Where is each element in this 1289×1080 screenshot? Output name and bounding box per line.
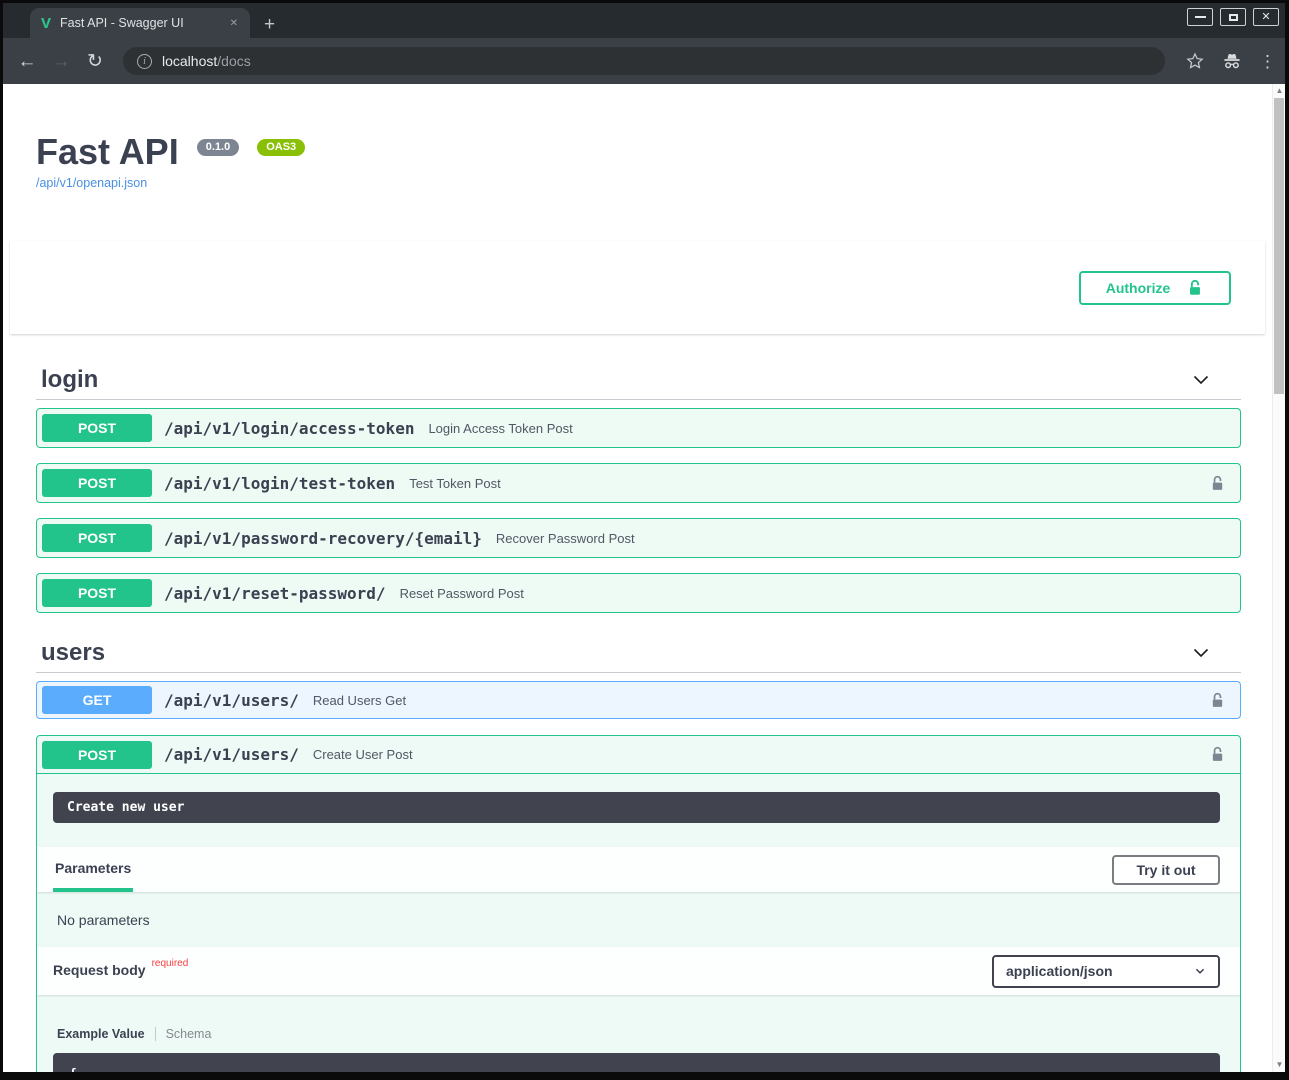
swagger-content: Fast API 0.1.0 OAS3 /api/v1/openapi.json…: [3, 84, 1272, 1072]
endpoint-path: /api/v1/users/: [164, 745, 299, 764]
page-viewport: Fast API 0.1.0 OAS3 /api/v1/openapi.json…: [3, 84, 1285, 1072]
authorize-button[interactable]: Authorize: [1079, 271, 1231, 305]
window-minimize-button[interactable]: [1187, 8, 1213, 26]
minimize-icon: [1195, 16, 1206, 18]
chevron-down-icon[interactable]: [1191, 370, 1211, 390]
method-badge: POST: [42, 414, 152, 442]
api-title-text: Fast API: [36, 131, 179, 172]
section-title: users: [41, 639, 105, 667]
no-parameters-text: No parameters: [37, 892, 1240, 947]
endpoint-path: /api/v1/login/test-token: [164, 474, 395, 493]
endpoint-summary: Read Users Get: [313, 693, 1209, 708]
media-type-value: application/json: [1006, 963, 1113, 979]
browser-tab[interactable]: V Fast API - Swagger UI ✕: [30, 8, 250, 38]
endpoint-summary: Recover Password Post: [496, 531, 1226, 546]
openapi-spec-link[interactable]: /api/v1/openapi.json: [36, 176, 147, 190]
page-scrollbar[interactable]: ▲ ▼: [1272, 84, 1285, 1072]
forward-icon[interactable]: →: [49, 52, 73, 71]
browser-window: V Fast API - Swagger UI ✕ + ✕ ← → ↻ i lo…: [3, 3, 1285, 1072]
required-label: required: [152, 958, 189, 969]
page-title: Fast API 0.1.0 OAS3: [36, 132, 1241, 172]
window-close-button[interactable]: ✕: [1253, 8, 1279, 26]
endpoint-row-create-user[interactable]: POST /api/v1/users/ Create User Post: [37, 736, 1240, 774]
auth-lock-button[interactable]: [1209, 475, 1226, 492]
auth-lock-button[interactable]: [1209, 746, 1226, 763]
endpoint-row-login-access-token[interactable]: POST /api/v1/login/access-token Login Ac…: [36, 408, 1241, 448]
oas3-badge: OAS3: [257, 139, 305, 156]
address-bar[interactable]: i localhost /docs: [123, 47, 1165, 75]
fastapi-favicon-icon: V: [41, 16, 51, 31]
new-tab-button[interactable]: +: [264, 15, 275, 34]
back-icon[interactable]: ←: [15, 52, 39, 71]
section-title: login: [41, 366, 98, 394]
reload-icon[interactable]: ↻: [83, 52, 107, 71]
endpoint-row-password-recovery[interactable]: POST /api/v1/password-recovery/{email} R…: [36, 518, 1241, 558]
parameters-tab: Parameters: [53, 847, 133, 892]
tab-example-value[interactable]: Example Value: [57, 1027, 145, 1041]
endpoint-row-read-users[interactable]: GET /api/v1/users/ Read Users Get: [36, 681, 1241, 719]
endpoint-path: /api/v1/users/: [164, 691, 299, 710]
url-path: /docs: [217, 53, 250, 69]
method-badge: GET: [42, 686, 152, 714]
parameters-header: Parameters Try it out: [37, 847, 1240, 892]
browser-menu-icon[interactable]: ⋮: [1259, 53, 1273, 70]
method-badge: POST: [42, 469, 152, 497]
endpoint-row-login-test-token[interactable]: POST /api/v1/login/test-token Test Token…: [36, 463, 1241, 503]
unlocked-padlock-icon: [1209, 692, 1226, 709]
version-badge: 0.1.0: [197, 139, 239, 156]
endpoint-path: /api/v1/reset-password/: [164, 584, 386, 603]
tab-close-icon[interactable]: ✕: [226, 16, 242, 31]
browser-toolbar: ← → ↻ i localhost /docs ⋮: [3, 38, 1285, 84]
unlocked-padlock-icon: [1209, 746, 1226, 763]
url-host: localhost: [162, 53, 217, 69]
request-body-header: Request body required application/json: [37, 947, 1240, 995]
endpoint-path: /api/v1/password-recovery/{email}: [164, 529, 482, 548]
endpoint-path: /api/v1/login/access-token: [164, 419, 414, 438]
operation-description: Create new user: [53, 792, 1220, 823]
method-badge: POST: [42, 579, 152, 607]
authorize-label: Authorize: [1106, 280, 1171, 296]
chevron-down-icon: [1194, 965, 1206, 977]
tab-title: Fast API - Swagger UI: [60, 16, 226, 30]
method-badge: POST: [42, 524, 152, 552]
browser-titlebar: V Fast API - Swagger UI ✕ + ✕: [3, 3, 1285, 38]
expanded-endpoint-create-user: POST /api/v1/users/ Create User Post Cre…: [36, 735, 1241, 1072]
endpoint-summary: Create User Post: [313, 747, 1209, 762]
endpoint-summary: Login Access Token Post: [428, 421, 1226, 436]
model-example-tabs: Example Value Schema: [57, 1027, 1240, 1041]
endpoint-summary: Reset Password Post: [400, 586, 1226, 601]
maximize-icon: [1229, 14, 1238, 21]
media-type-select[interactable]: application/json: [992, 955, 1220, 988]
request-body-label: Request body: [53, 962, 146, 978]
toolbar-right-icons: ⋮: [1185, 50, 1273, 72]
section-header-users[interactable]: users: [36, 633, 1241, 673]
scrollbar-up-icon[interactable]: ▲: [1273, 85, 1285, 97]
scrollbar-down-icon[interactable]: ▼: [1273, 1059, 1285, 1071]
bookmark-star-icon[interactable]: [1185, 51, 1205, 71]
window-maximize-button[interactable]: [1220, 8, 1246, 26]
auth-lock-button[interactable]: [1209, 692, 1226, 709]
method-badge: POST: [42, 741, 152, 769]
window-controls: ✕: [1187, 8, 1279, 26]
try-it-out-button[interactable]: Try it out: [1112, 855, 1220, 885]
endpoint-summary: Test Token Post: [409, 476, 1209, 491]
site-info-icon[interactable]: i: [137, 54, 152, 69]
tab-schema[interactable]: Schema: [166, 1027, 212, 1041]
endpoint-row-reset-password[interactable]: POST /api/v1/reset-password/ Reset Passw…: [36, 573, 1241, 613]
incognito-icon: [1221, 50, 1243, 72]
chevron-down-icon[interactable]: [1191, 643, 1211, 663]
scheme-container: Authorize: [10, 241, 1265, 334]
tab-divider: [155, 1027, 156, 1041]
close-icon: ✕: [1261, 12, 1270, 23]
section-header-login[interactable]: login: [36, 360, 1241, 400]
example-code-block: {: [53, 1053, 1220, 1072]
unlocked-padlock-icon: [1186, 279, 1204, 297]
scrollbar-thumb[interactable]: [1274, 98, 1284, 394]
unlocked-padlock-icon: [1209, 475, 1226, 492]
